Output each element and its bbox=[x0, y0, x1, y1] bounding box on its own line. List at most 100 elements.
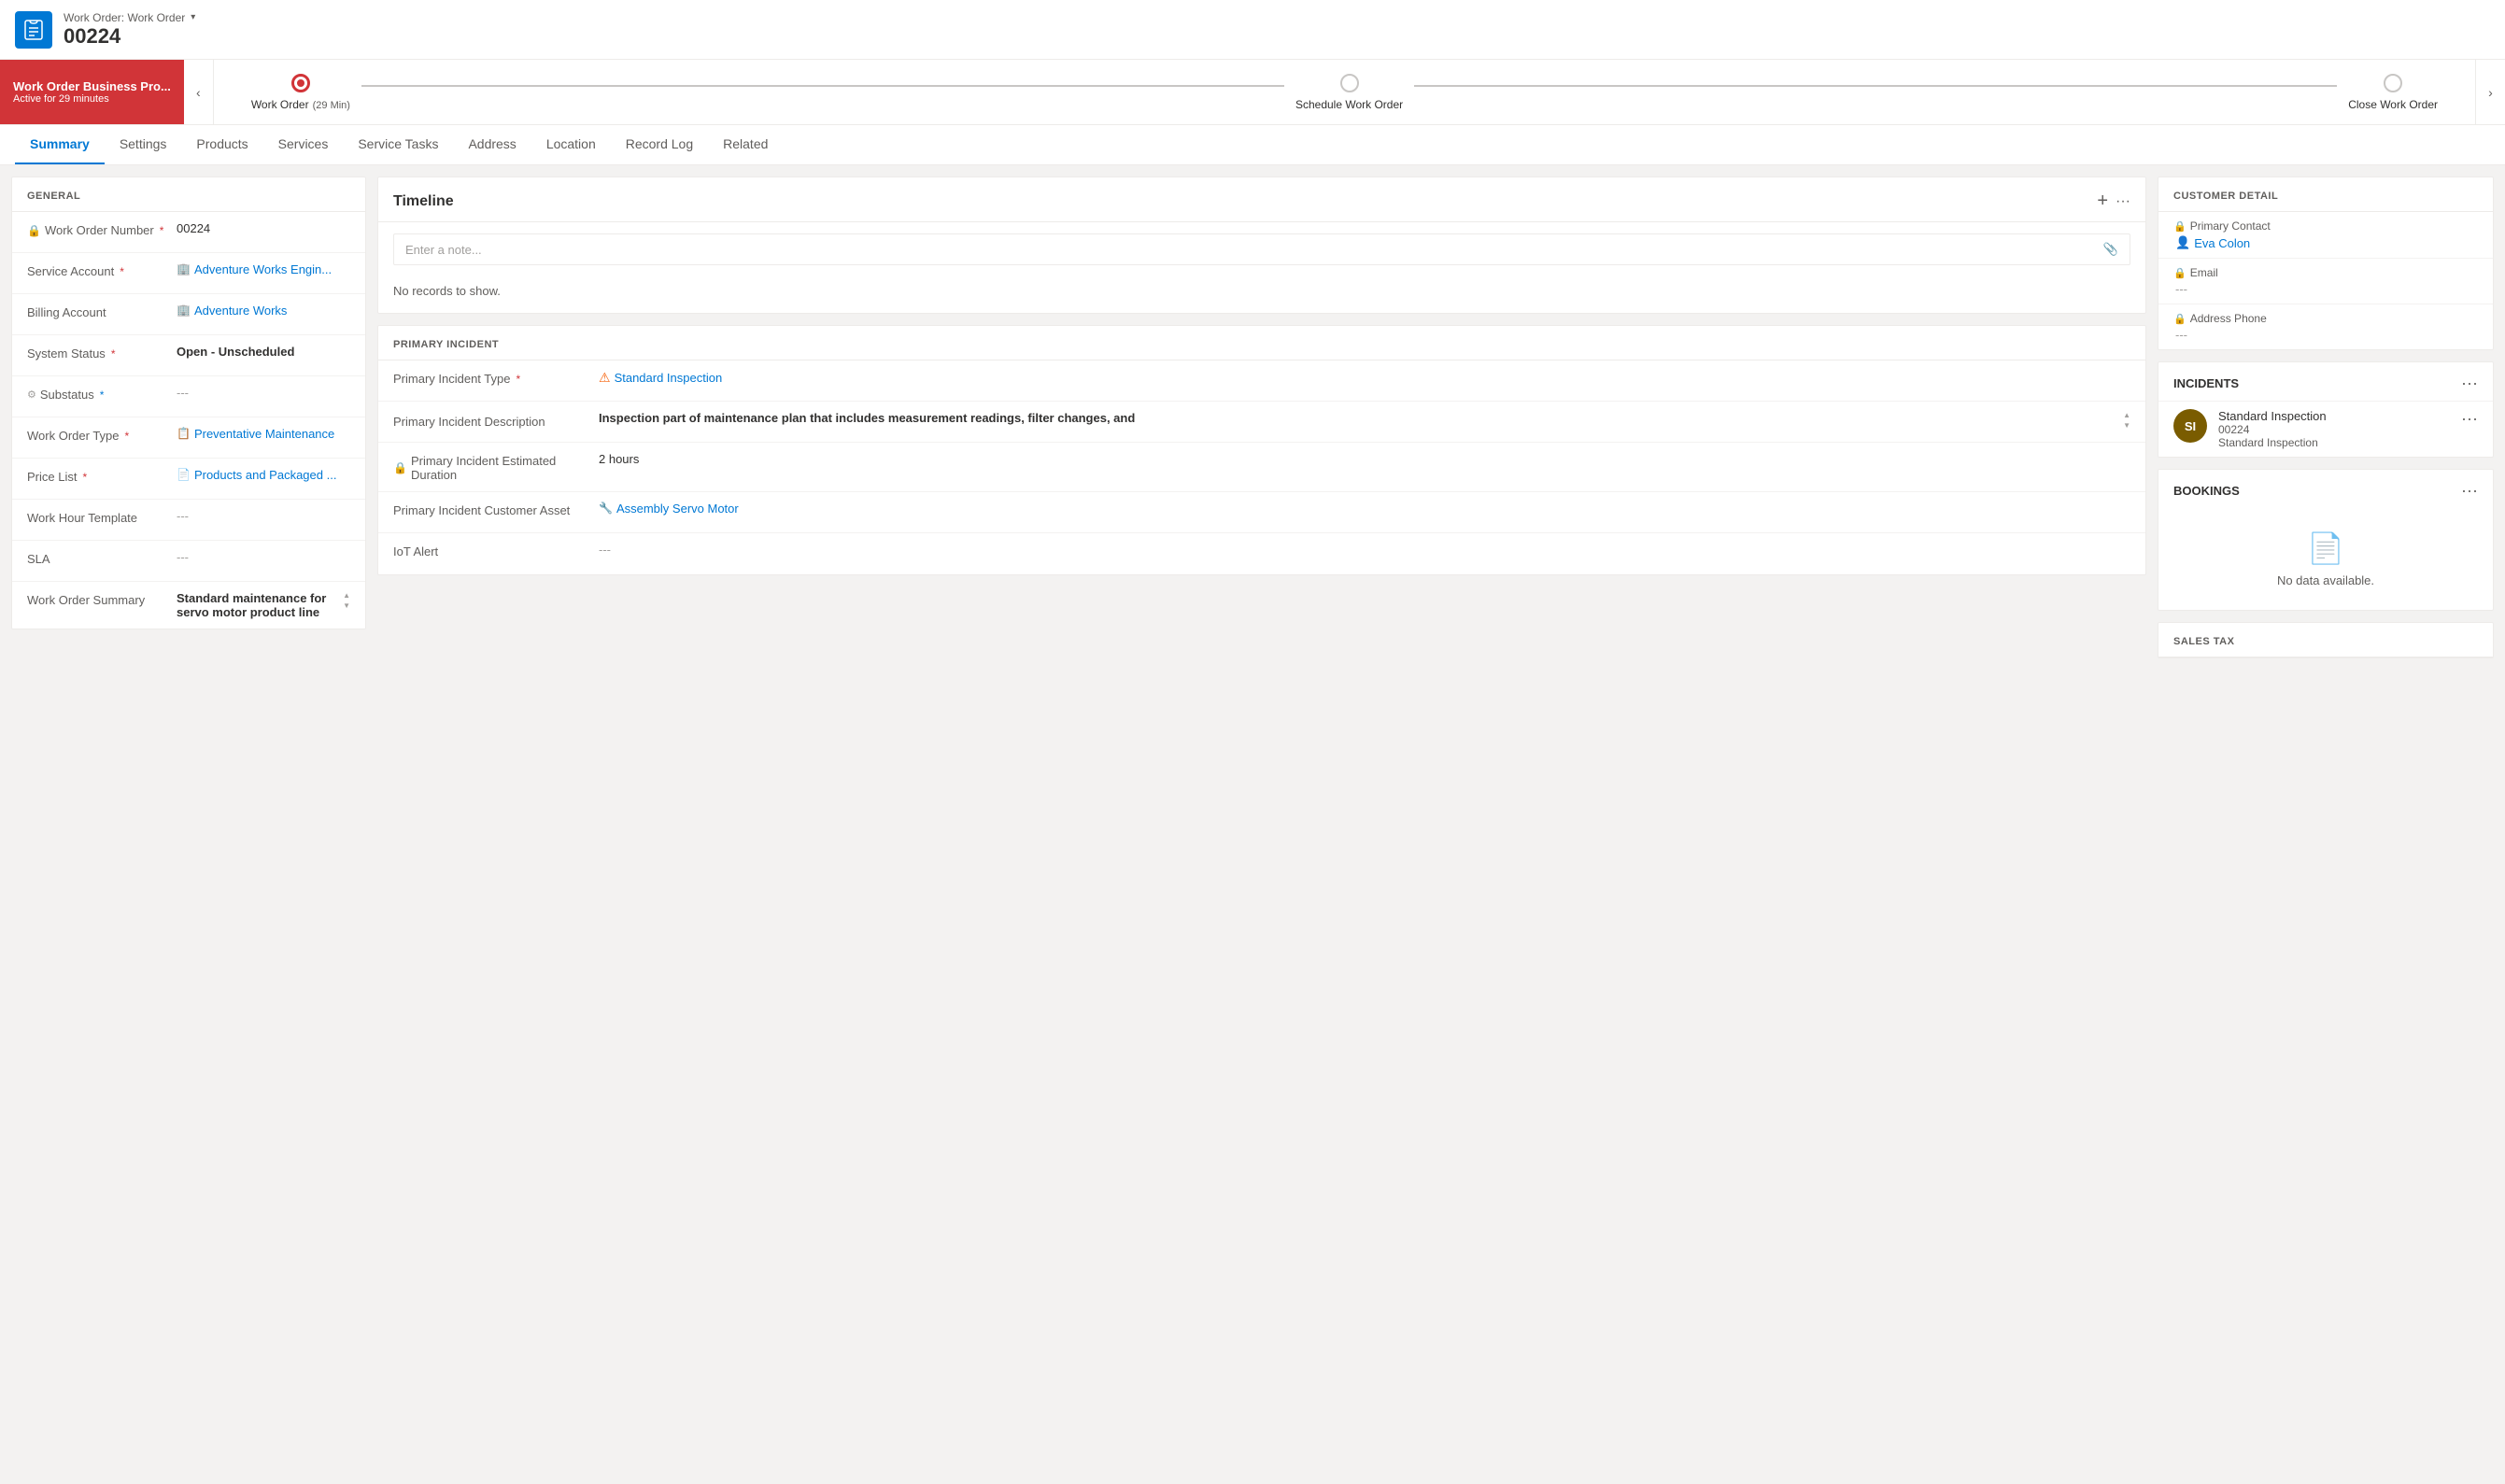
paperclip-icon: 📎 bbox=[2103, 242, 2118, 257]
work-order-type-icon: 📋 bbox=[177, 427, 191, 440]
value-system-status: Open - Unscheduled bbox=[177, 345, 350, 359]
label-email: 🔒 Email bbox=[2173, 266, 2478, 279]
label-work-order-number: 🔒 Work Order Number * bbox=[27, 221, 177, 237]
timeline-actions: + ··· bbox=[2097, 191, 2130, 212]
field-service-account: Service Account * 🏢 Adventure Works Engi… bbox=[12, 253, 365, 294]
tab-location[interactable]: Location bbox=[531, 125, 611, 164]
incidents-more-button[interactable]: ··· bbox=[2461, 374, 2478, 393]
field-iot-alert: IoT Alert --- bbox=[378, 533, 2145, 574]
substatus-lock-icon: ⚙ bbox=[27, 389, 36, 401]
timeline-input-area: Enter a note... 📎 bbox=[378, 222, 2145, 276]
tab-products[interactable]: Products bbox=[181, 125, 262, 164]
timeline-add-button[interactable]: + bbox=[2097, 191, 2108, 212]
process-bar-label: Work Order Business Pro... Active for 29… bbox=[0, 60, 184, 124]
header-main-title: 00224 bbox=[64, 24, 195, 49]
incident-desc-scroll[interactable]: ▲ ▼ bbox=[2123, 411, 2130, 430]
desc-scroll-down[interactable]: ▼ bbox=[2123, 421, 2130, 430]
scroll-up-btn[interactable]: ▲ bbox=[343, 591, 350, 600]
label-incident-description: Primary Incident Description bbox=[393, 411, 599, 429]
label-primary-contact: 🔒 Primary Contact bbox=[2173, 219, 2478, 233]
field-incident-asset: Primary Incident Customer Asset 🔧 Assemb… bbox=[378, 492, 2145, 533]
value-incident-duration: 2 hours bbox=[599, 452, 2130, 466]
value-incident-description: Inspection part of maintenance plan that… bbox=[599, 411, 2119, 425]
email-lock-icon: 🔒 bbox=[2173, 267, 2187, 279]
value-email: --- bbox=[2173, 282, 2478, 296]
field-substatus: ⚙ Substatus * --- bbox=[12, 376, 365, 417]
field-work-hour-template: Work Hour Template --- bbox=[12, 500, 365, 541]
value-primary-contact[interactable]: 👤 Eva Colon bbox=[2173, 235, 2478, 250]
label-incident-duration: 🔒 Primary Incident Estimated Duration bbox=[393, 452, 599, 482]
incident-list-item: SI Standard Inspection 00224 Standard In… bbox=[2158, 401, 2493, 457]
label-substatus: ⚙ Substatus * bbox=[27, 386, 177, 402]
tab-related[interactable]: Related bbox=[708, 125, 783, 164]
process-bar-nav-left-button[interactable]: ‹ bbox=[184, 60, 214, 124]
stage-circle-close bbox=[2384, 74, 2402, 92]
tab-navigation: Summary Settings Products Services Servi… bbox=[0, 125, 2505, 165]
field-email: 🔒 Email --- bbox=[2158, 259, 2493, 304]
field-work-order-number: 🔒 Work Order Number * 00224 bbox=[12, 212, 365, 253]
billing-account-icon: 🏢 bbox=[177, 304, 191, 317]
tab-settings[interactable]: Settings bbox=[105, 125, 182, 164]
field-incident-type: Primary Incident Type * ⚠ Standard Inspe… bbox=[378, 360, 2145, 402]
general-section-title: GENERAL bbox=[12, 177, 365, 212]
stage-label-schedule: Schedule Work Order bbox=[1295, 98, 1403, 111]
value-incident-type[interactable]: ⚠ Standard Inspection bbox=[599, 370, 2130, 386]
value-work-hour-template: --- bbox=[177, 509, 350, 523]
tab-address[interactable]: Address bbox=[453, 125, 531, 164]
process-stage-close[interactable]: Close Work Order bbox=[2348, 74, 2438, 111]
app-icon bbox=[15, 11, 52, 49]
scroll-indicator[interactable]: ▲ ▼ bbox=[343, 591, 350, 610]
field-primary-contact: 🔒 Primary Contact 👤 Eva Colon bbox=[2158, 212, 2493, 259]
label-service-account: Service Account * bbox=[27, 262, 177, 278]
bookings-header: BOOKINGS ··· bbox=[2158, 470, 2493, 508]
bookings-more-button[interactable]: ··· bbox=[2461, 481, 2478, 501]
middle-column: Timeline + ··· Enter a note... 📎 No reco… bbox=[377, 177, 2146, 575]
value-work-order-number: 00224 bbox=[177, 221, 350, 235]
value-billing-account[interactable]: 🏢 Adventure Works bbox=[177, 304, 350, 318]
process-bar-active-text: Active for 29 minutes bbox=[13, 93, 171, 105]
timeline-header: Timeline + ··· bbox=[378, 177, 2145, 222]
customer-detail-title: CUSTOMER DETAIL bbox=[2158, 177, 2493, 212]
label-sla: SLA bbox=[27, 550, 177, 566]
scroll-down-btn[interactable]: ▼ bbox=[343, 601, 350, 610]
timeline-more-button[interactable]: ··· bbox=[2116, 193, 2130, 210]
label-work-hour-template: Work Hour Template bbox=[27, 509, 177, 525]
incidents-card: INCIDENTS ··· SI Standard Inspection 002… bbox=[2158, 361, 2494, 458]
incidents-header: INCIDENTS ··· bbox=[2158, 362, 2493, 401]
lock-icon: 🔒 bbox=[27, 224, 41, 237]
tab-record-log[interactable]: Record Log bbox=[611, 125, 708, 164]
tab-services[interactable]: Services bbox=[263, 125, 344, 164]
process-stage-schedule[interactable]: Schedule Work Order bbox=[1295, 74, 1403, 111]
warning-icon: ⚠ bbox=[599, 370, 611, 386]
stage-circle-schedule bbox=[1340, 74, 1359, 92]
value-work-order-type[interactable]: 📋 Preventative Maintenance bbox=[177, 427, 350, 441]
stage-circle-work-order bbox=[291, 74, 310, 92]
field-billing-account: Billing Account 🏢 Adventure Works bbox=[12, 294, 365, 335]
bookings-card: BOOKINGS ··· 📄 No data available. bbox=[2158, 469, 2494, 611]
header-subtitle[interactable]: Work Order: Work Order ▾ bbox=[64, 11, 195, 24]
value-address-phone: --- bbox=[2173, 328, 2478, 342]
stage-sublabel-work-order: (29 Min) bbox=[313, 100, 350, 111]
label-incident-asset: Primary Incident Customer Asset bbox=[393, 502, 599, 517]
process-bar-title: Work Order Business Pro... bbox=[13, 79, 171, 93]
label-work-order-type: Work Order Type * bbox=[27, 427, 177, 443]
value-incident-asset[interactable]: 🔧 Assembly Servo Motor bbox=[599, 502, 2130, 516]
timeline-note-input[interactable]: Enter a note... 📎 bbox=[393, 233, 2130, 265]
desc-scroll-up[interactable]: ▲ bbox=[2123, 411, 2130, 419]
incident-more-button[interactable]: ··· bbox=[2461, 409, 2478, 429]
timeline-empty-state: No records to show. bbox=[378, 276, 2145, 313]
process-stage-work-order[interactable]: Work Order (29 Min) bbox=[251, 74, 350, 111]
value-work-order-summary: Standard maintenance for servo motor pro… bbox=[177, 591, 339, 619]
process-bar-nav-right-button[interactable]: › bbox=[2475, 60, 2505, 124]
value-price-list[interactable]: 📄 Products and Packaged ... bbox=[177, 468, 350, 482]
contact-person-icon: 👤 bbox=[2175, 235, 2190, 250]
incident-code: 00224 bbox=[2218, 423, 2450, 436]
tab-service-tasks[interactable]: Service Tasks bbox=[343, 125, 453, 164]
tab-summary[interactable]: Summary bbox=[15, 125, 105, 164]
field-work-order-summary: Work Order Summary Standard maintenance … bbox=[12, 582, 365, 629]
value-service-account[interactable]: 🏢 Adventure Works Engin... bbox=[177, 262, 350, 276]
label-incident-type: Primary Incident Type * bbox=[393, 370, 599, 386]
main-content: GENERAL 🔒 Work Order Number * 00224 Serv… bbox=[0, 165, 2505, 670]
sales-tax-title: SALES TAX bbox=[2158, 623, 2493, 657]
header-dropdown-icon[interactable]: ▾ bbox=[191, 12, 195, 22]
